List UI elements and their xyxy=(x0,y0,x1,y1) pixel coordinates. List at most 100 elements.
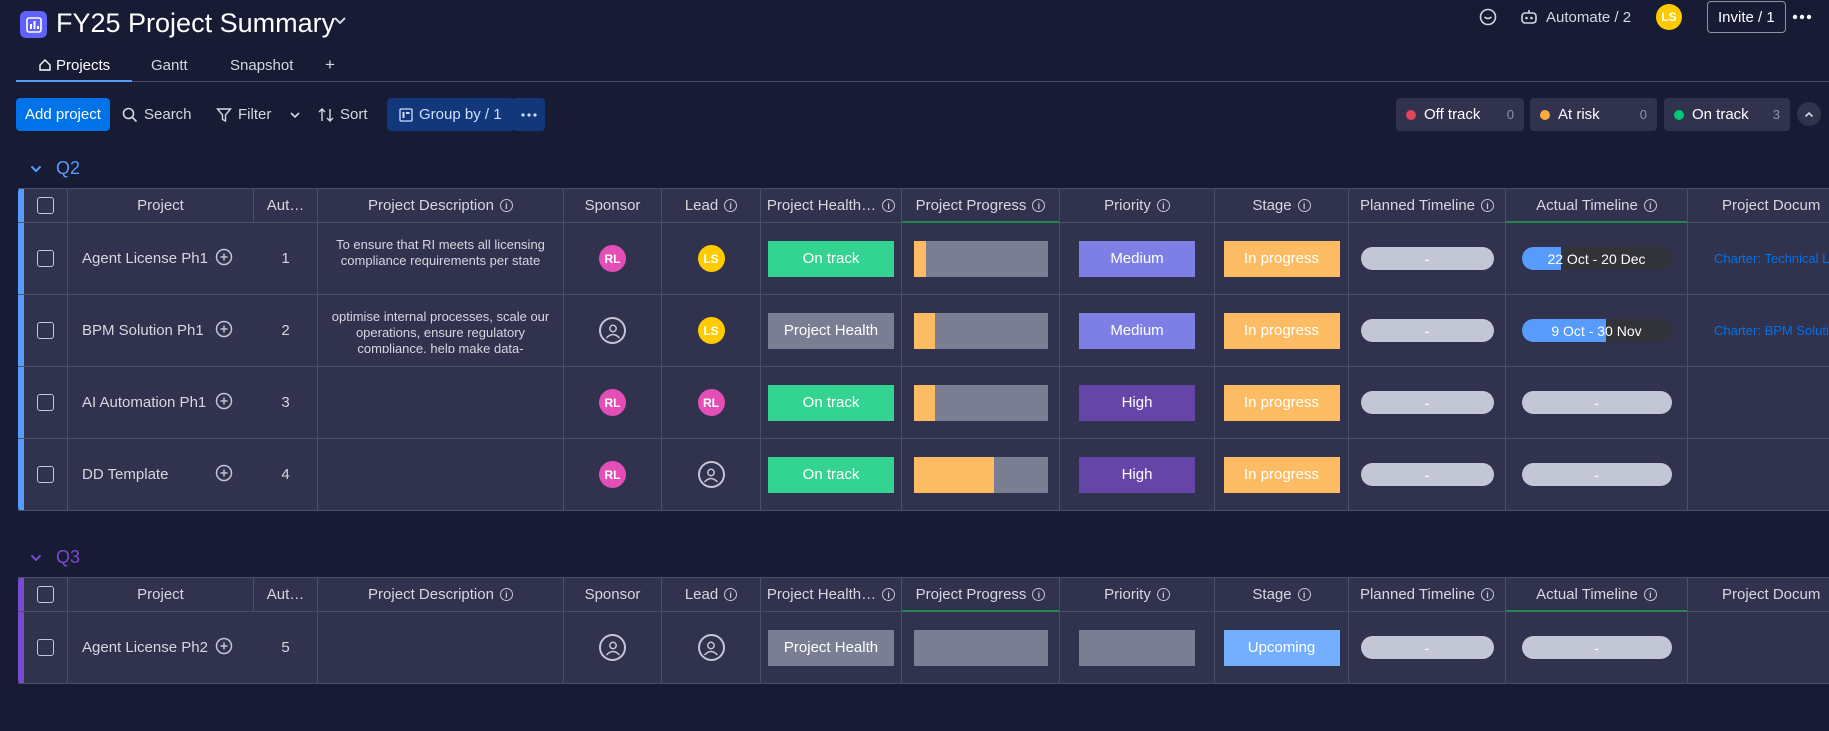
documents-cell[interactable]: Charter: Technical Licensing xyxy=(1688,223,1829,294)
stage-label[interactable]: In progress xyxy=(1223,240,1340,277)
group-header[interactable]: Q3 xyxy=(30,547,80,568)
column-header-lead[interactable]: Lead i xyxy=(662,189,761,222)
info-icon[interactable]: i xyxy=(1643,199,1657,212)
row-checkbox[interactable] xyxy=(37,639,54,656)
priority-cell[interactable]: High xyxy=(1060,367,1215,438)
project-description[interactable] xyxy=(433,381,449,425)
info-icon[interactable]: i xyxy=(499,199,513,212)
add-update-icon[interactable] xyxy=(214,319,234,343)
info-icon[interactable]: i xyxy=(882,199,896,212)
lead-cell[interactable]: RL xyxy=(662,367,761,438)
column-header-lead[interactable]: Lead i xyxy=(662,578,761,611)
column-header-planned[interactable]: Planned Timeline i xyxy=(1349,578,1506,611)
add-view-button[interactable]: + xyxy=(325,54,335,76)
planned-timeline-cell[interactable]: - xyxy=(1349,612,1506,683)
planned-timeline-cell[interactable]: - xyxy=(1349,439,1506,510)
person-avatar[interactable]: LS xyxy=(697,317,725,344)
planned-timeline[interactable]: - xyxy=(1360,636,1494,659)
column-header-progress[interactable]: Project Progress i xyxy=(902,189,1060,223)
description-cell[interactable] xyxy=(318,367,564,438)
info-icon[interactable]: i xyxy=(882,588,896,601)
actual-timeline[interactable]: 22 Oct - 20 Dec xyxy=(1521,247,1672,270)
person-avatar[interactable]: RL xyxy=(599,389,626,416)
stage-label[interactable]: In progress xyxy=(1223,384,1340,421)
empty-person-icon[interactable] xyxy=(599,317,626,344)
actual-timeline-cell[interactable]: - xyxy=(1506,612,1688,683)
more-toolbar-icon[interactable] xyxy=(512,98,545,131)
row-checkbox[interactable] xyxy=(37,394,54,411)
priority-label[interactable]: Medium xyxy=(1079,312,1195,349)
planned-timeline-cell[interactable]: - xyxy=(1349,295,1506,366)
column-header-priority[interactable]: Priority i xyxy=(1060,189,1215,222)
group-by-button[interactable]: Group by / 1 xyxy=(387,98,514,131)
info-icon[interactable]: i xyxy=(1032,588,1046,601)
sort-button[interactable]: Sort xyxy=(318,98,368,131)
column-header-auto[interactable]: Aut… xyxy=(254,189,318,222)
invite-button[interactable]: Invite / 1 xyxy=(1707,0,1786,34)
project-name-cell[interactable]: Agent License Ph2 xyxy=(68,612,254,683)
info-icon[interactable]: i xyxy=(1297,199,1311,212)
lead-cell[interactable]: LS xyxy=(662,295,761,366)
lead-cell[interactable] xyxy=(662,439,761,510)
tab-projects[interactable]: Projects xyxy=(38,54,110,76)
automate-button[interactable]: Automate / 2 xyxy=(1520,0,1631,34)
actual-timeline-cell[interactable]: - xyxy=(1506,367,1688,438)
person-avatar[interactable]: LS xyxy=(697,245,725,272)
stage-label[interactable]: In progress xyxy=(1223,312,1340,349)
project-description[interactable]: To ensure that RI meets all licensing co… xyxy=(318,237,563,281)
health-status[interactable]: On track xyxy=(768,456,894,493)
column-header-health[interactable]: Project Health… i xyxy=(761,578,902,611)
row-checkbox[interactable] xyxy=(37,466,54,483)
person-avatar[interactable]: RL xyxy=(599,461,626,488)
project-name[interactable]: DD Template xyxy=(82,466,168,483)
priority-cell[interactable]: Medium xyxy=(1060,295,1215,366)
actual-timeline-cell[interactable]: - xyxy=(1506,439,1688,510)
priority-label[interactable]: Medium xyxy=(1079,240,1195,277)
info-icon[interactable]: i xyxy=(724,588,738,601)
info-icon[interactable]: i xyxy=(1032,199,1046,212)
group-title[interactable]: Q3 xyxy=(56,547,80,568)
stage-cell[interactable]: In progress xyxy=(1215,367,1349,438)
group-header[interactable]: Q2 xyxy=(30,158,80,179)
stage-cell[interactable]: In progress xyxy=(1215,223,1349,294)
project-name-cell[interactable]: DD Template xyxy=(68,439,254,510)
documents-cell[interactable] xyxy=(1688,439,1829,510)
column-header-documents[interactable]: Project Docum xyxy=(1688,189,1829,222)
description-cell[interactable]: optimise internal processes, scale our o… xyxy=(318,295,564,366)
user-avatar[interactable]: LS xyxy=(1656,0,1682,34)
filter-button[interactable]: Filter xyxy=(216,98,301,131)
lead-cell[interactable] xyxy=(662,612,761,683)
person-avatar[interactable]: RL xyxy=(697,389,725,416)
project-name-cell[interactable]: AI Automation Ph1 xyxy=(68,367,254,438)
project-description[interactable] xyxy=(433,453,449,497)
tab-snapshot[interactable]: Snapshot xyxy=(230,54,293,76)
description-cell[interactable] xyxy=(318,439,564,510)
info-icon[interactable]: i xyxy=(724,199,738,212)
column-header-desc[interactable]: Project Description i xyxy=(318,189,564,222)
column-header-actual[interactable]: Actual Timeline i xyxy=(1506,578,1688,612)
health-cell[interactable]: Project Health xyxy=(761,295,902,366)
project-name-cell[interactable]: Agent License Ph1 xyxy=(68,223,254,294)
info-icon[interactable]: i xyxy=(1481,588,1495,601)
status-chip-on-track[interactable]: On track 3 xyxy=(1664,98,1790,131)
info-icon[interactable]: i xyxy=(1297,588,1311,601)
column-header-project[interactable]: Project xyxy=(68,189,254,222)
priority-cell[interactable]: High xyxy=(1060,439,1215,510)
column-header-sponsor[interactable]: Sponsor xyxy=(564,578,662,611)
project-name[interactable]: Agent License Ph2 xyxy=(82,639,208,656)
priority-label[interactable]: High xyxy=(1079,456,1195,493)
stage-cell[interactable]: Upcoming xyxy=(1215,612,1349,683)
select-all-checkbox[interactable] xyxy=(37,586,54,603)
more-options-icon[interactable] xyxy=(1792,0,1812,34)
column-header-documents[interactable]: Project Docum xyxy=(1688,578,1829,611)
planned-timeline[interactable]: - xyxy=(1360,319,1494,342)
updates-icon[interactable] xyxy=(1478,0,1498,34)
stage-label[interactable]: Upcoming xyxy=(1223,629,1340,666)
priority-label[interactable] xyxy=(1079,629,1195,666)
add-update-icon[interactable] xyxy=(214,636,234,660)
add-update-icon[interactable] xyxy=(214,247,234,271)
sponsor-cell[interactable] xyxy=(564,612,662,683)
info-icon[interactable]: i xyxy=(1643,588,1657,601)
info-icon[interactable]: i xyxy=(1481,199,1495,212)
sponsor-cell[interactable]: RL xyxy=(564,439,662,510)
